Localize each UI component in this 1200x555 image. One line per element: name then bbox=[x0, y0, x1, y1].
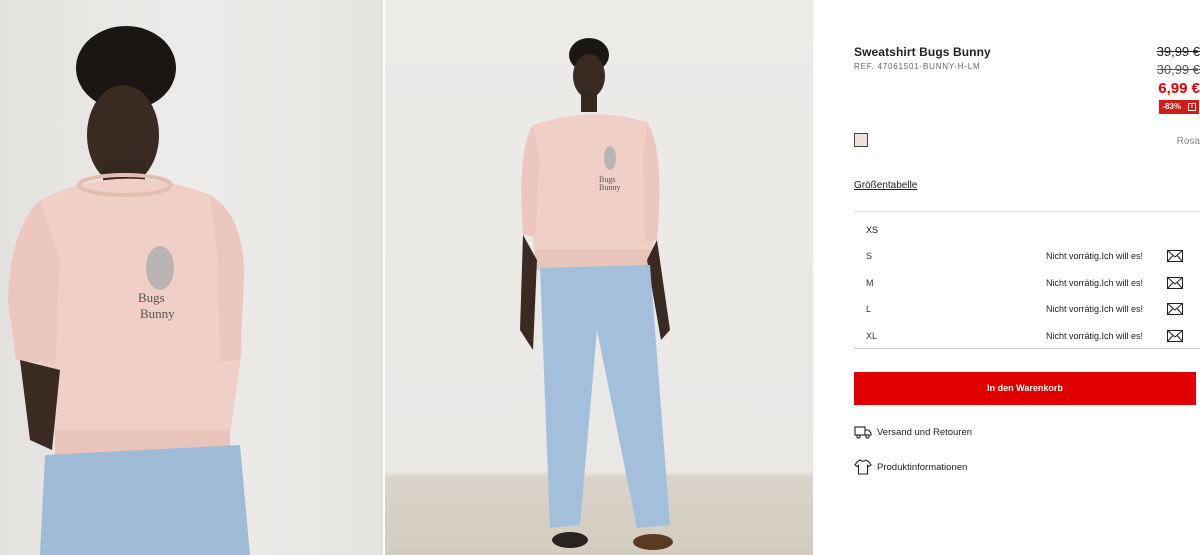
size-label: S bbox=[866, 251, 873, 261]
stock-status: Nicht vorrätig.Ich will es! bbox=[1046, 251, 1144, 261]
mail-icon[interactable] bbox=[1167, 330, 1183, 342]
mail-icon[interactable] bbox=[1167, 303, 1183, 315]
size-label: XS bbox=[866, 225, 879, 235]
color-name: Rosa bbox=[1176, 136, 1200, 147]
product-photo-closeup[interactable]: Bugs Bunny bbox=[0, 0, 383, 555]
size-option-l[interactable]: L Nicht vorrätig.Ich will es! bbox=[854, 295, 1200, 321]
svg-text:Bugs: Bugs bbox=[138, 290, 165, 305]
truck-icon bbox=[854, 426, 872, 439]
tshirt-icon bbox=[854, 459, 872, 475]
size-option-s[interactable]: S Nicht vorrätig.Ich will es! bbox=[854, 242, 1200, 268]
size-guide-link[interactable]: Größentabelle bbox=[854, 180, 917, 191]
price-original: 39,99 € bbox=[1156, 44, 1200, 59]
svg-text:Bunny: Bunny bbox=[140, 306, 175, 321]
stock-status: Nicht vorrätig.Ich will es! bbox=[1046, 278, 1144, 288]
size-option-xl[interactable]: XL Nicht vorrätig.Ich will es! bbox=[854, 322, 1200, 348]
product-reference: REF. 47061501-BUNNY-H-LM bbox=[854, 62, 981, 71]
product-page: Bugs Bunny Bugs Bunny Sweatshirt Bugs Bu… bbox=[0, 0, 1200, 555]
size-list: XS S Nicht vorrätig.Ich will es! M Nicht… bbox=[854, 211, 1200, 349]
mail-icon[interactable] bbox=[1167, 277, 1183, 289]
product-title: Sweatshirt Bugs Bunny bbox=[854, 45, 991, 59]
svg-text:Bunny: Bunny bbox=[599, 183, 620, 192]
size-label: M bbox=[866, 278, 874, 288]
size-label: L bbox=[866, 304, 872, 314]
color-swatch-rosa[interactable] bbox=[854, 133, 868, 147]
add-to-cart-button[interactable]: In den Warenkorb bbox=[854, 372, 1196, 405]
stock-status: Nicht vorrätig.Ich will es! bbox=[1046, 304, 1144, 314]
product-photo-fullbody[interactable]: Bugs Bunny bbox=[385, 0, 813, 555]
size-label: XL bbox=[866, 331, 878, 341]
price-current: 6,99 € bbox=[1158, 80, 1200, 97]
product-details: Sweatshirt Bugs Bunny REF. 47061501-BUNN… bbox=[854, 0, 1200, 555]
mail-icon[interactable] bbox=[1167, 250, 1183, 262]
shipping-returns-link[interactable]: Versand und Retouren bbox=[854, 423, 972, 441]
discount-badge: -83% i bbox=[1159, 100, 1199, 114]
size-option-m[interactable]: M Nicht vorrätig.Ich will es! bbox=[854, 269, 1200, 295]
price-previous: 30,99 € bbox=[1156, 62, 1200, 77]
shipping-returns-label: Versand und Retouren bbox=[877, 426, 973, 438]
info-icon[interactable]: i bbox=[1188, 103, 1196, 111]
product-info-label: Produktinformationen bbox=[877, 461, 968, 473]
size-option-xs[interactable]: XS bbox=[854, 216, 1200, 242]
discount-label: -83% bbox=[1162, 102, 1181, 111]
stock-status: Nicht vorrätig.Ich will es! bbox=[1046, 331, 1144, 341]
product-info-link[interactable]: Produktinformationen bbox=[854, 458, 967, 476]
